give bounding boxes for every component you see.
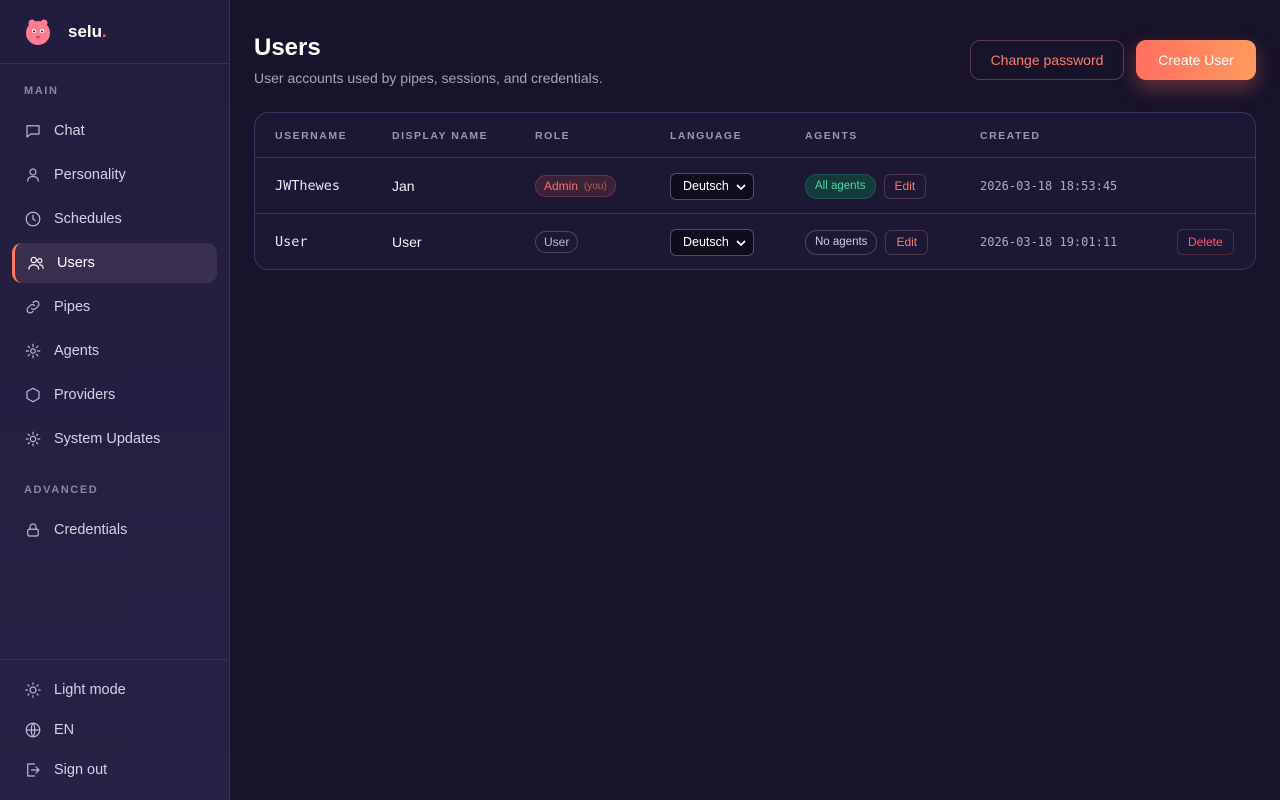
edit-agents-button[interactable]: Edit: [885, 229, 929, 255]
language-label: EN: [54, 722, 75, 738]
mascot-logo-icon: [24, 18, 52, 46]
role-label: Admin: [544, 179, 579, 193]
theme-toggle[interactable]: Light mode: [12, 670, 217, 710]
table-row: JWThewes Jan Admin (you) Deutsch All age…: [255, 158, 1255, 214]
sidebar-item-agents[interactable]: Agents: [12, 331, 217, 371]
sidebar: selu. MAIN Chat Personality Schedules Us…: [0, 0, 230, 800]
sidebar-item-label: Users: [57, 255, 95, 271]
create-user-button[interactable]: Create User: [1136, 40, 1256, 80]
column-header-created: CREATED: [980, 130, 1041, 142]
sun-icon: [24, 681, 42, 699]
sidebar-item-label: Credentials: [54, 522, 128, 538]
sidebar-item-label: Providers: [54, 387, 116, 403]
spark-icon: [24, 342, 42, 360]
sidebar-item-label: System Updates: [54, 431, 161, 447]
sidebar-item-providers[interactable]: Providers: [12, 375, 217, 415]
sidebar-item-label: Pipes: [54, 299, 91, 315]
created-cell: 2026-03-18 19:01:11: [980, 235, 1118, 249]
sidebar-item-label: Personality: [54, 167, 126, 183]
theme-toggle-label: Light mode: [54, 682, 126, 698]
sidebar-item-label: Schedules: [54, 211, 122, 227]
sidebar-item-label: Agents: [54, 343, 100, 359]
agents-badge: All agents: [805, 173, 876, 199]
sidebar-item-system-updates[interactable]: System Updates: [12, 419, 217, 459]
sidebar-item-credentials[interactable]: Credentials: [12, 510, 217, 550]
sidebar-item-schedules[interactable]: Schedules: [12, 199, 217, 239]
created-cell: 2026-03-18 18:53:45: [980, 179, 1118, 193]
role-badge-user: User: [535, 231, 579, 253]
column-header-display-name: DISPLAY NAME: [392, 130, 489, 142]
sidebar-item-chat[interactable]: Chat: [12, 111, 217, 151]
language-switcher[interactable]: EN: [12, 710, 217, 750]
column-header-agents: AGENTS: [805, 130, 858, 142]
username-cell: JWThewes: [275, 178, 341, 194]
language-select-value: Deutsch: [683, 235, 729, 249]
chevron-down-icon: [736, 240, 746, 246]
chat-icon: [24, 122, 42, 140]
sun-gear-icon: [24, 430, 42, 448]
brand[interactable]: selu.: [0, 0, 229, 64]
column-header-role: ROLE: [535, 130, 571, 142]
section-title-advanced: ADVANCED: [24, 484, 99, 496]
users-icon: [27, 254, 45, 272]
agents-badge: No agents: [805, 229, 878, 255]
column-header-language: LANGUAGE: [670, 130, 743, 142]
globe-icon: [24, 721, 42, 739]
table-row: User User User Deutsch No agents Edit 20…: [255, 214, 1255, 269]
delete-user-button[interactable]: Delete: [1177, 229, 1234, 255]
language-select[interactable]: Deutsch: [670, 172, 754, 200]
language-select[interactable]: Deutsch: [670, 228, 754, 256]
role-badge-admin: Admin (you): [535, 175, 616, 197]
current-user-note: (you): [584, 180, 607, 192]
page-subtitle: User accounts used by pipes, sessions, a…: [254, 70, 603, 86]
person-icon: [24, 166, 42, 184]
lock-icon: [24, 521, 42, 539]
column-header-username: USERNAME: [275, 130, 348, 142]
sign-out-label: Sign out: [54, 762, 108, 778]
change-password-button[interactable]: Change password: [970, 40, 1124, 80]
sidebar-item-pipes[interactable]: Pipes: [12, 287, 217, 327]
sign-out-button[interactable]: Sign out: [12, 750, 217, 790]
sidebar-item-personality[interactable]: Personality: [12, 155, 217, 195]
edit-agents-button[interactable]: Edit: [883, 173, 927, 199]
link-icon: [24, 298, 42, 316]
display-name-cell: Jan: [392, 178, 415, 194]
chevron-down-icon: [736, 184, 746, 190]
sign-out-icon: [24, 761, 42, 779]
display-name-cell: User: [392, 234, 422, 250]
sidebar-footer: Light mode EN Sign out: [0, 659, 230, 800]
table-header: USERNAME DISPLAY NAME ROLE LANGUAGE AGEN…: [255, 113, 1255, 158]
language-select-value: Deutsch: [683, 179, 729, 193]
users-table: USERNAME DISPLAY NAME ROLE LANGUAGE AGEN…: [254, 112, 1256, 270]
sidebar-item-label: Chat: [54, 123, 85, 139]
page-title: Users: [254, 34, 321, 61]
brand-dot: .: [102, 21, 107, 41]
main-content: Users User accounts used by pipes, sessi…: [230, 0, 1280, 800]
hexagon-icon: [24, 386, 42, 404]
username-cell: User: [275, 234, 308, 250]
sidebar-item-users[interactable]: Users: [12, 243, 217, 283]
section-title-main: MAIN: [24, 85, 59, 97]
clock-icon: [24, 210, 42, 228]
brand-name: selu: [68, 21, 103, 41]
